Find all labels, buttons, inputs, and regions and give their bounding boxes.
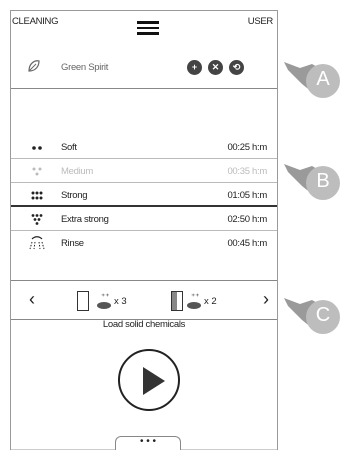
- play-button[interactable]: [118, 349, 180, 411]
- callout-b: B: [282, 156, 340, 208]
- list-item-time: 00:45 h:m: [227, 238, 267, 249]
- list-item-time: 01:05 h:m: [227, 190, 267, 201]
- list-item-label: Extra strong: [61, 214, 109, 225]
- list-item[interactable]: Rinse 00:45 h:m: [11, 231, 277, 255]
- tab-user[interactable]: USER: [248, 11, 274, 27]
- eco-icon[interactable]: ⟲: [229, 60, 244, 75]
- list-item-time: 02:50 h:m: [227, 214, 267, 225]
- more-tab[interactable]: • • •: [115, 436, 181, 450]
- tablet-icon: [97, 302, 111, 309]
- shower-icon: [29, 236, 45, 250]
- drops-icon: [32, 146, 42, 150]
- list-item-time: 00:35 h:m: [227, 166, 267, 177]
- drops-icon: [32, 167, 42, 176]
- program-list: Soft 00:25 h:m Medium 00:35 h:m Strong 0…: [11, 135, 277, 255]
- list-item[interactable]: Soft 00:25 h:m: [11, 135, 277, 159]
- chevron-left-icon[interactable]: ‹: [29, 289, 35, 310]
- list-item[interactable]: Medium 00:35 h:m: [11, 159, 277, 183]
- plus-icon[interactable]: +: [187, 60, 202, 75]
- sparkle-icon: ⁺⁺: [191, 292, 200, 301]
- chemicals-selector: ‹ ⁺⁺ x 3 ⁺⁺ x 2 ›: [11, 280, 277, 320]
- menu-icon[interactable]: [137, 21, 159, 35]
- list-item-time: 00:25 h:m: [227, 142, 267, 153]
- drops-icon: [31, 214, 43, 225]
- tab-cleaning[interactable]: CLEANING: [11, 11, 58, 27]
- drops-icon: [31, 191, 43, 200]
- tank-icon: [171, 291, 183, 311]
- close-icon[interactable]: ✕: [208, 60, 223, 75]
- tablet-icon: [187, 302, 201, 309]
- device-screen: CLEANING USER Green Spirit + ✕ ⟲ Soft 00…: [10, 10, 278, 450]
- load-chemicals-text: Load solid chemicals: [102, 319, 186, 330]
- tank-icon: [77, 291, 89, 311]
- leaf-icon: [28, 60, 40, 72]
- list-item-label: Strong: [61, 190, 88, 201]
- list-item[interactable]: Extra strong 02:50 h:m: [11, 207, 277, 231]
- list-item-label: Soft: [61, 142, 77, 153]
- list-item-label: Rinse: [61, 238, 84, 249]
- callout-c: C: [282, 290, 340, 342]
- top-bar: CLEANING USER: [11, 11, 277, 43]
- program-name: Green Spirit: [61, 62, 109, 73]
- list-item[interactable]: Strong 01:05 h:m: [11, 183, 277, 207]
- program-header: Green Spirit + ✕ ⟲: [11, 45, 277, 89]
- chevron-right-icon[interactable]: ›: [263, 289, 269, 310]
- sparkle-icon: ⁺⁺: [101, 292, 110, 301]
- list-item-label: Medium: [61, 166, 93, 177]
- multiplier-2: x 2: [204, 296, 217, 307]
- multiplier-1: x 3: [114, 296, 127, 307]
- play-icon: [143, 367, 165, 395]
- callout-a: A: [282, 54, 340, 106]
